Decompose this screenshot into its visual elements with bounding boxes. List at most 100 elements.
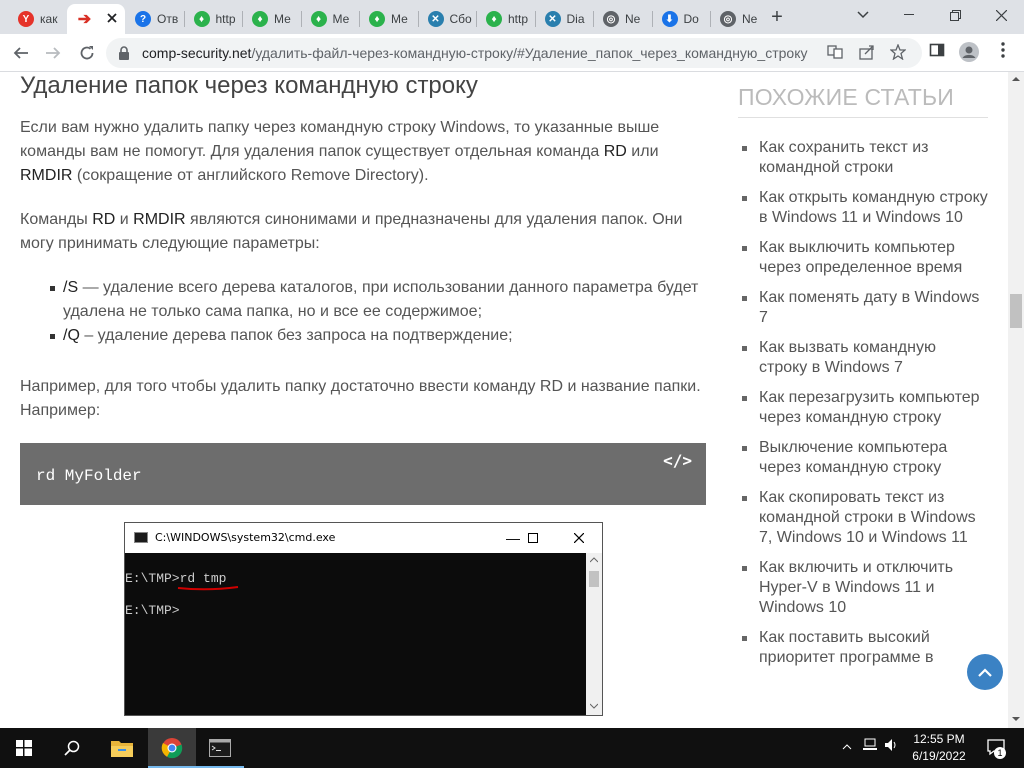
tab-separator xyxy=(183,11,185,27)
file-explorer-icon[interactable] xyxy=(98,728,146,768)
url-domain: comp-security.net xyxy=(142,45,252,61)
related-article-link[interactable]: Как сохранить текст из командной строки xyxy=(738,138,988,178)
chrome-taskbar-icon[interactable] xyxy=(148,728,196,768)
red-underline-annotation xyxy=(177,586,239,591)
param-text: – удаление дерева папок без запроса на п… xyxy=(79,327,513,344)
paragraph-synonyms: Команды RD и RMDIR являются синонимами и… xyxy=(20,208,710,256)
cmd-taskbar-icon[interactable] xyxy=(196,728,244,768)
related-article-link[interactable]: Как выключить компьютер через определенн… xyxy=(738,238,988,278)
translate-icon[interactable] xyxy=(826,44,844,62)
scroll-up-icon[interactable] xyxy=(1012,76,1020,82)
related-article-link[interactable]: Как включить и отключить Hyper-V в Windo… xyxy=(738,558,988,618)
browser-tab[interactable]: ♦ Ме xyxy=(359,4,417,34)
command-name: RMDIR xyxy=(20,167,73,184)
restore-icon[interactable] xyxy=(932,0,978,30)
tab-separator xyxy=(242,11,243,27)
list-item: /Q – удаление дерева папок без запроса н… xyxy=(50,324,710,348)
url-text[interactable]: comp-security.net/удалить-файл-через-ком… xyxy=(142,45,807,61)
page-content: Удаление папок через командную строку Ес… xyxy=(0,72,1008,728)
show-hidden-icons-icon[interactable] xyxy=(842,738,852,753)
browser-tab[interactable]: ⬇ Do xyxy=(652,4,710,34)
address-bar[interactable]: comp-security.net/удалить-файл-через-ком… xyxy=(106,38,922,68)
cmd-line: E:\TMP>rd tmp xyxy=(125,571,226,586)
text-span: Команды xyxy=(20,211,93,228)
tab-title: как xyxy=(40,12,58,26)
profile-avatar-icon[interactable] xyxy=(958,42,980,64)
scroll-down-icon[interactable] xyxy=(1012,716,1020,722)
side-panel-icon[interactable] xyxy=(926,42,948,64)
cmd-line: E:\TMP> xyxy=(125,603,180,618)
browser-tab[interactable]: ✕ Сбо xyxy=(418,4,476,34)
related-article-link[interactable]: Как скопировать текст из командной строк… xyxy=(738,488,988,548)
related-article-link[interactable]: Выключение компьютера через командную ст… xyxy=(738,438,988,478)
cmd-scrollbar xyxy=(586,553,602,715)
browser-tab[interactable]: ♦ http xyxy=(476,4,534,34)
command-name: RMDIR xyxy=(133,211,186,228)
chevron-up-icon xyxy=(978,667,992,677)
text-span: (сокращение от английского Remove Direct… xyxy=(72,167,429,184)
tab-title: Ме xyxy=(274,12,291,26)
minimize-icon[interactable] xyxy=(886,0,932,30)
tab-title: Ме xyxy=(332,12,350,26)
cmd-title: C:\WINDOWS\system32\cmd.exe xyxy=(155,531,336,544)
browser-tab[interactable]: ➔ xyxy=(66,4,125,34)
system-clock[interactable]: 12:55 PM 6/19/2022 xyxy=(902,731,976,765)
browser-tab[interactable]: ♦ http xyxy=(184,4,242,34)
tab-title: Do xyxy=(683,12,699,26)
tab-favicon-icon: ✕ xyxy=(427,11,444,27)
related-article-link[interactable]: Как перезагрузить компьютер через команд… xyxy=(738,388,988,428)
network-icon[interactable] xyxy=(862,738,878,755)
close-tab-icon[interactable] xyxy=(106,12,117,26)
tab-title: Сбо xyxy=(449,12,472,26)
clock-time: 12:55 PM xyxy=(913,732,965,746)
related-article-link[interactable]: Как поставить высокий приоритет программ… xyxy=(738,628,988,668)
page-scrollbar[interactable] xyxy=(1008,72,1024,728)
scrollbar-thumb[interactable] xyxy=(1010,294,1022,328)
tab-separator xyxy=(476,11,477,27)
notification-count-badge: 1 xyxy=(994,747,1006,759)
param-text: — удаление всего дерева каталогов, при и… xyxy=(63,279,699,320)
section-heading: Удаление папок через командную строку xyxy=(20,72,478,99)
tab-title: Ме xyxy=(391,12,408,26)
tab-separator xyxy=(534,11,536,27)
tab-favicon-icon: ♦ xyxy=(252,11,268,27)
scroll-to-top-button[interactable] xyxy=(967,654,1003,690)
browser-tab[interactable]: ◎ Ne xyxy=(710,4,768,34)
new-tab-button[interactable]: + xyxy=(766,6,788,28)
tab-separator xyxy=(710,11,711,27)
related-article-link[interactable]: Как вызвать командную строку в Windows 7 xyxy=(738,338,988,378)
cmd-maximize-icon xyxy=(513,527,553,549)
close-window-icon[interactable] xyxy=(978,0,1024,30)
browser-menu-icon[interactable] xyxy=(992,42,1014,64)
tab-favicon-icon: ♦ xyxy=(369,11,385,27)
tab-search-icon[interactable] xyxy=(840,0,886,30)
reload-icon[interactable] xyxy=(74,40,100,66)
bookmark-star-icon[interactable] xyxy=(889,43,907,62)
browser-tab[interactable]: ? Отв xyxy=(125,4,183,34)
related-article-link[interactable]: Как открыть командную строку в Windows 1… xyxy=(738,188,988,228)
divider xyxy=(738,117,988,118)
text-span: Если вам нужно удалить папку через коман… xyxy=(20,119,660,160)
tab-favicon-icon: ✕ xyxy=(544,11,561,27)
code-view-icon[interactable]: </> xyxy=(663,451,692,470)
code-text[interactable]: rd MyFolder xyxy=(36,467,142,485)
code-block[interactable]: rd MyFolder </> xyxy=(20,443,706,505)
cmd-close-icon xyxy=(559,527,599,549)
lock-icon[interactable] xyxy=(118,46,130,65)
share-icon[interactable] xyxy=(858,44,876,62)
search-icon[interactable] xyxy=(48,728,96,768)
browser-tab[interactable]: Yкак xyxy=(8,4,66,34)
browser-tab[interactable]: ♦ Ме xyxy=(301,4,359,34)
windows-start-icon[interactable] xyxy=(0,728,48,768)
forward-icon[interactable] xyxy=(40,40,66,66)
tab-favicon-icon: ♦ xyxy=(193,11,210,27)
related-article-link[interactable]: Как поменять дату в Windows 7 xyxy=(738,288,988,328)
paragraph-example: Например, для того чтобы удалить папку д… xyxy=(20,378,701,419)
browser-tab[interactable]: ♦ Ме xyxy=(242,4,300,34)
browser-tab[interactable]: ◎ Ne xyxy=(593,4,651,34)
tab-separator xyxy=(593,11,594,27)
tab-favicon-icon: ➔ xyxy=(77,11,92,28)
volume-icon[interactable] xyxy=(884,738,898,755)
back-icon[interactable] xyxy=(8,40,34,66)
browser-tab[interactable]: ✕ Dia xyxy=(535,4,593,34)
